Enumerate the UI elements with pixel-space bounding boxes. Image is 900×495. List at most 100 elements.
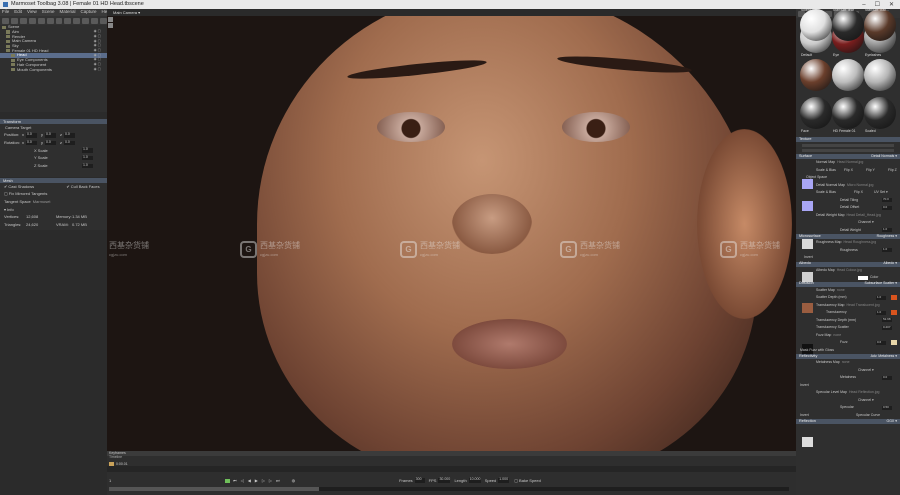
specular-thumb[interactable] <box>802 437 813 447</box>
loop-icon[interactable] <box>225 478 230 483</box>
menu-view[interactable]: View <box>27 10 37 15</box>
shadow-icon[interactable] <box>73 17 81 24</box>
first-frame-icon[interactable]: ⏮ <box>233 478 237 483</box>
maximize-button[interactable]: ☐ <box>875 2 880 8</box>
specular-invert-checkbox[interactable]: Invert <box>800 413 856 418</box>
material-swatch[interactable] <box>864 59 896 91</box>
y-scale-field[interactable]: 1.0 <box>82 155 93 161</box>
uv-set-select[interactable]: UV Set ▾ <box>874 190 888 195</box>
menu-file[interactable]: File <box>2 10 9 15</box>
material-swatch[interactable] <box>800 9 832 41</box>
translucency-color-swatch[interactable] <box>891 310 897 316</box>
position-x-field[interactable]: 0.0 <box>26 133 37 138</box>
move-tool-icon[interactable] <box>108 17 113 22</box>
x-scale-field[interactable]: 1.0 <box>82 148 93 153</box>
mesh-icon[interactable] <box>46 17 54 24</box>
mask-fuzz-checkbox[interactable]: Mask Fuzz with Gloss <box>800 348 834 353</box>
rotation-y-field[interactable]: 0.0 <box>45 140 56 146</box>
flip-z-checkbox[interactable]: Flip Z <box>888 168 897 173</box>
roughness-mode-select[interactable]: Roughness ▾ <box>877 234 897 239</box>
bake-speed-checkbox[interactable]: ▢ <box>514 478 518 483</box>
fix-tangents-checkbox[interactable]: ▢ <box>4 192 8 196</box>
texture-filter-select[interactable] <box>802 149 894 152</box>
next-key-icon[interactable]: ▷ <box>269 478 272 483</box>
metalness-field[interactable]: 0.0 <box>882 375 892 380</box>
texture-select[interactable] <box>802 144 894 147</box>
channel-select[interactable]: Channel ▾ <box>858 220 874 225</box>
save-icon[interactable] <box>10 17 18 24</box>
cull-back-checkbox[interactable]: ✔ <box>66 184 69 189</box>
position-z-field[interactable]: 0.0 <box>64 133 75 138</box>
translucency-field[interactable]: 1.0 <box>876 310 886 315</box>
fuzz-color-swatch[interactable] <box>891 340 897 346</box>
flip-y-checkbox[interactable]: Flip Y <box>866 168 888 173</box>
material-swatch[interactable] <box>864 9 896 41</box>
tree-item-mouth-components[interactable]: Mouth Components ◉ ▢ <box>0 67 107 72</box>
prev-frame-icon[interactable]: ◀ <box>248 478 251 483</box>
pick-tool-icon[interactable] <box>108 23 113 28</box>
scatter-depth-field[interactable]: 1.0 <box>876 295 886 300</box>
metalness-invert-checkbox[interactable]: Invert <box>800 383 809 388</box>
detail-flip-x-checkbox[interactable]: Flip X <box>854 190 874 195</box>
material-swatch[interactable] <box>800 59 832 91</box>
scatter-color-swatch[interactable] <box>891 295 897 301</box>
keyframes-header[interactable]: Keyframes <box>107 451 796 456</box>
specular-field[interactable]: 0.50 <box>882 405 892 410</box>
material-swatch[interactable] <box>832 59 864 91</box>
menu-scene[interactable]: Scene <box>42 10 55 15</box>
prev-key-icon[interactable]: ◁ <box>241 478 244 483</box>
menu-edit[interactable]: Edit <box>14 10 22 15</box>
material-swatch[interactable] <box>832 97 864 129</box>
sky-icon[interactable] <box>37 17 45 24</box>
reflectivity-mode-select[interactable]: Adv. Metalness ▾ <box>871 354 897 359</box>
record-icon[interactable]: ◍ <box>292 478 296 483</box>
detail-offset-field[interactable]: 0.0 <box>882 205 892 210</box>
surface-mode-select[interactable]: Detail Normals ▾ <box>871 154 897 159</box>
roughness-field[interactable]: 1.0 <box>882 248 892 253</box>
object-space-checkbox[interactable]: Object Space <box>806 175 827 180</box>
visibility-icon[interactable]: ◉ ▢ <box>94 34 101 39</box>
diffusion-mode-select[interactable]: Subsurface Scatter ▾ <box>865 282 898 286</box>
albedo-color-swatch[interactable] <box>858 275 868 280</box>
play-icon[interactable]: ▶ <box>255 478 258 483</box>
flip-x-checkbox[interactable]: Flip X <box>844 168 866 173</box>
frames-field[interactable]: 300 <box>414 478 425 483</box>
fuzz-field[interactable]: 0.6 <box>876 340 886 345</box>
info-header[interactable]: ▾ Info <box>0 206 107 214</box>
light-icon[interactable] <box>28 17 36 24</box>
camera-icon[interactable] <box>19 17 27 24</box>
texture-header[interactable]: Texture <box>796 137 900 142</box>
specular-channel-select[interactable]: Channel ▾ <box>858 398 874 403</box>
position-y-field[interactable]: 0.0 <box>45 133 56 138</box>
camera-dropdown[interactable]: Main Camera ▾ <box>113 10 140 15</box>
open-icon[interactable] <box>2 17 9 24</box>
menu-capture[interactable]: Capture <box>81 10 97 15</box>
camera-target-button[interactable]: Camera Target <box>4 125 32 130</box>
turntable-icon[interactable] <box>64 17 72 24</box>
visibility-icon[interactable]: ◉ ▢ <box>94 67 101 72</box>
material-swatch[interactable] <box>864 97 896 129</box>
detail-weight-field[interactable]: 1.0 <box>882 228 892 233</box>
delete-icon[interactable] <box>91 17 99 24</box>
rotation-z-field[interactable]: 0.0 <box>64 140 75 146</box>
next-frame-icon[interactable]: ▷ <box>262 478 265 483</box>
length-field[interactable]: 10.000 <box>468 478 481 483</box>
z-scale-field[interactable]: 1.0 <box>82 163 93 169</box>
group-icon[interactable] <box>55 17 63 24</box>
translucency-scatter-field[interactable]: 0.207 <box>882 325 892 330</box>
audio-icon[interactable] <box>82 17 90 24</box>
tangent-space-select[interactable]: Marmoset <box>33 199 51 204</box>
timeline-ruler[interactable] <box>107 466 796 472</box>
albedo-mode-select[interactable]: Albedo ▾ <box>883 262 897 266</box>
last-frame-icon[interactable]: ⏭ <box>276 478 280 483</box>
material-swatch[interactable] <box>800 97 832 129</box>
minimize-button[interactable]: – <box>862 2 865 8</box>
speed-field[interactable]: 1.000 <box>498 478 510 483</box>
close-button[interactable]: ✕ <box>889 2 894 8</box>
detail-tiling-field[interactable]: 70.0 <box>882 198 892 203</box>
metalness-channel-select[interactable]: Channel ▾ <box>858 368 874 373</box>
invert-checkbox[interactable]: Invert <box>804 255 813 260</box>
menu-material[interactable]: Material <box>59 10 75 15</box>
reflection-mode-select[interactable]: GGX ▾ <box>886 419 897 424</box>
visibility-icon[interactable]: ◉ ▢ <box>94 49 101 53</box>
